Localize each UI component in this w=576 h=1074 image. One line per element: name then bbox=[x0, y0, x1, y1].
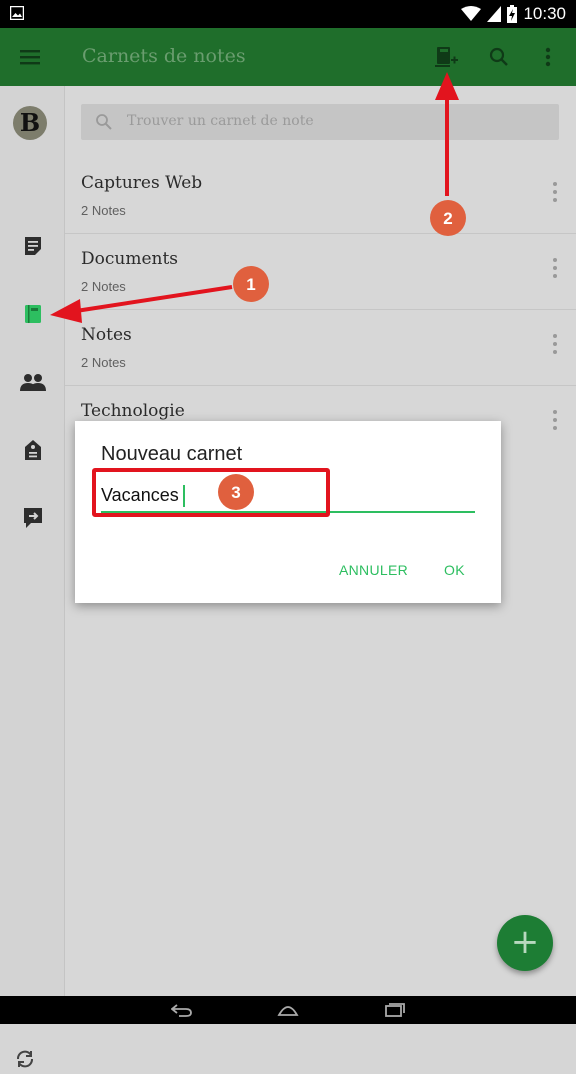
ok-button[interactable]: OK bbox=[444, 562, 465, 578]
more-vert-icon[interactable] bbox=[552, 333, 558, 355]
notebook-row[interactable]: Captures Web 2 Notes bbox=[65, 157, 576, 234]
shared-icon[interactable] bbox=[19, 368, 47, 396]
battery-icon bbox=[507, 5, 518, 23]
sync-icon[interactable] bbox=[14, 1048, 36, 1074]
menu-icon[interactable] bbox=[15, 42, 45, 72]
new-notebook-icon[interactable] bbox=[431, 42, 461, 72]
notes-icon[interactable] bbox=[19, 232, 47, 260]
back-icon[interactable] bbox=[170, 1000, 194, 1020]
home-icon[interactable] bbox=[276, 1000, 300, 1020]
image-notification-icon bbox=[10, 6, 24, 20]
notebook-name: Captures Web bbox=[81, 173, 203, 193]
app-toolbar: Carnets de notes bbox=[0, 28, 576, 86]
add-fab-button[interactable]: + bbox=[497, 915, 553, 971]
more-vert-icon[interactable] bbox=[552, 409, 558, 431]
notebook-name: Documents bbox=[81, 249, 179, 269]
notebook-row[interactable]: Notes 2 Notes bbox=[65, 309, 576, 386]
tags-icon[interactable] bbox=[19, 436, 47, 464]
more-vert-icon[interactable] bbox=[552, 181, 558, 203]
recents-icon[interactable] bbox=[383, 1000, 407, 1020]
search-placeholder: Trouver un carnet de note bbox=[127, 113, 314, 129]
notebook-name: Notes bbox=[81, 325, 132, 345]
notebook-row[interactable]: Documents 2 Notes bbox=[65, 233, 576, 310]
wifi-icon bbox=[461, 6, 482, 21]
status-time: 10:30 bbox=[523, 4, 566, 23]
status-bar: 10:30 bbox=[0, 0, 576, 28]
more-vert-icon[interactable] bbox=[533, 42, 563, 72]
notebooks-icon[interactable] bbox=[19, 300, 47, 328]
signal-icon bbox=[487, 6, 502, 22]
notebook-count: 2 Notes bbox=[81, 203, 126, 218]
search-icon bbox=[96, 114, 112, 130]
notebook-count: 2 Notes bbox=[81, 355, 126, 370]
system-nav-bar bbox=[0, 996, 576, 1024]
notebook-count: 2 Notes bbox=[81, 279, 126, 294]
status-right: 10:30 bbox=[461, 4, 566, 24]
more-vert-icon[interactable] bbox=[552, 257, 558, 279]
search-icon[interactable] bbox=[484, 42, 514, 72]
avatar[interactable]: B bbox=[13, 106, 47, 140]
cancel-button[interactable]: ANNULER bbox=[339, 562, 408, 578]
annotation-highlight-box bbox=[92, 468, 330, 517]
work-chat-icon[interactable] bbox=[19, 504, 47, 532]
page-title: Carnets de notes bbox=[82, 45, 246, 67]
notebook-name: Technologie bbox=[81, 401, 185, 421]
dialog-title: Nouveau carnet bbox=[101, 443, 243, 465]
search-bar[interactable]: Trouver un carnet de note bbox=[81, 104, 559, 140]
sidebar: B bbox=[0, 86, 65, 1068]
